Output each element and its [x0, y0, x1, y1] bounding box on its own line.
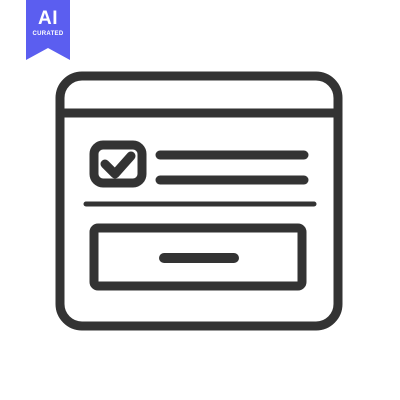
- checkmark-icon: [100, 151, 136, 179]
- browser-window-form-icon: [55, 71, 343, 331]
- canvas: AI CURATED: [0, 0, 400, 400]
